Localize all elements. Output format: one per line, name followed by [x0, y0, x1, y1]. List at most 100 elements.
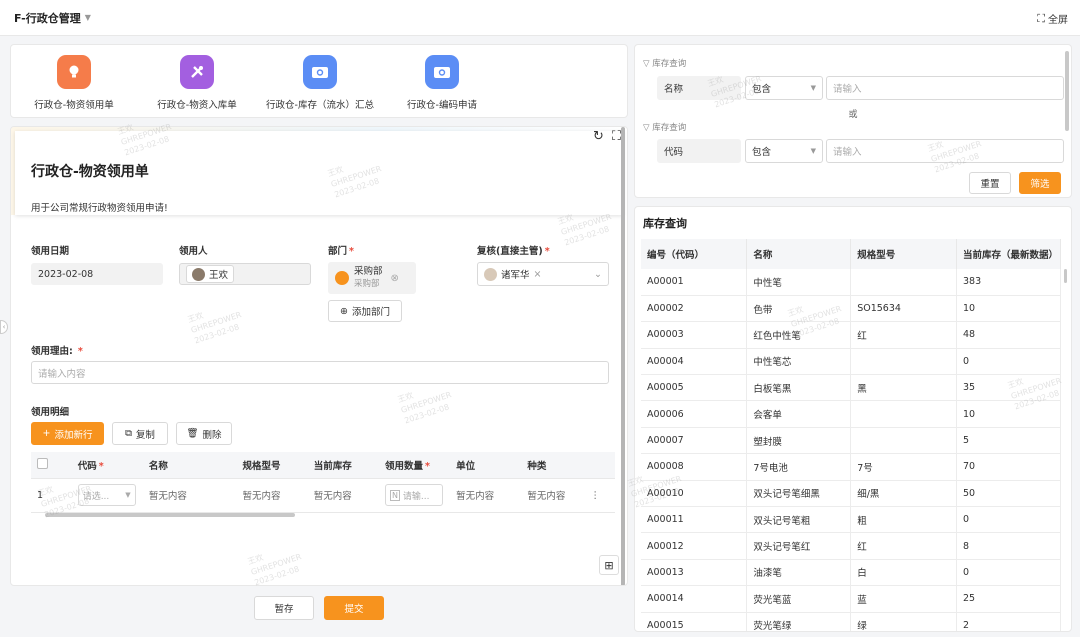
user-chip: 王欢: [186, 265, 235, 283]
table-row[interactable]: A00007 塑封膜 5: [641, 427, 1062, 455]
form-header: 行政仓-物资领用单 用于公司常规行政物资领用申请! ↻ ⛶: [11, 127, 627, 215]
table-row[interactable]: A00014 荧光笔蓝蓝 25: [641, 585, 1062, 613]
add-row-button[interactable]: + 添加新行: [31, 422, 104, 445]
filter2-input[interactable]: 请输入: [826, 139, 1064, 163]
cell-spec: 粗: [850, 506, 957, 534]
expand-icon[interactable]: ⛶: [612, 129, 621, 144]
grid-icon[interactable]: ⊞: [599, 555, 619, 575]
table-row[interactable]: A00011 双头记号笔粗粗 0: [641, 506, 1062, 534]
add-dept-button[interactable]: ⊕ 添加部门: [328, 300, 402, 322]
dept-name: 采购部: [354, 266, 383, 277]
app-label: 行政仓-库存（流水）汇总: [266, 100, 374, 111]
filter1-operator[interactable]: 包含 ▼: [745, 76, 823, 100]
cell-code: A00004: [641, 348, 748, 376]
code-select[interactable]: 请选... ▼: [77, 484, 136, 506]
dept-tag[interactable]: 采购部 采购部 ⊗: [328, 262, 416, 294]
fullscreen-label: 全屏: [1048, 15, 1068, 26]
chevron-down-icon[interactable]: ⌄: [594, 269, 602, 280]
top-bar: F-行政仓管理 ▼ ⛶ 全屏: [0, 0, 1080, 36]
avatar: [192, 267, 205, 281]
cell-name: 中性笔: [746, 269, 852, 296]
dept-icon: [335, 271, 349, 285]
filter2-title: ▽ 库存查询: [643, 123, 687, 133]
table-row[interactable]: A00006 会客单 10: [641, 400, 1062, 428]
close-icon[interactable]: ×: [534, 269, 542, 280]
filter2-operator[interactable]: 包含 ▼: [745, 139, 823, 163]
table-row[interactable]: A00013 油漆笔白 0: [641, 559, 1062, 587]
cell-stock: 25: [956, 585, 1062, 613]
cell-stock: 0: [956, 559, 1062, 587]
table-row[interactable]: A00012 双头记号笔红红 8: [641, 532, 1062, 560]
app-label: 行政仓-物资入库单: [157, 100, 237, 111]
cell-code: A00015: [641, 612, 748, 631]
table-row[interactable]: A00005 白板笔黑黑 35: [641, 374, 1062, 402]
more-icon[interactable]: ⋮: [590, 490, 600, 501]
filter1-title: ▽ 库存查询: [643, 59, 687, 69]
plus-circle-icon: ⊕: [340, 305, 348, 317]
cell-spec: 7号: [850, 453, 957, 481]
col-spec: 规格型号: [236, 452, 308, 479]
col-stock: 当前库存: [307, 452, 379, 479]
table-row[interactable]: A00003 红色中性笔红 48: [641, 321, 1062, 349]
cell-name: 双头记号笔细黑: [746, 480, 852, 508]
submit-button[interactable]: 提交: [324, 596, 384, 620]
trash-icon: 🗑: [186, 428, 199, 439]
cell-name: 荧光笔绿: [746, 612, 852, 631]
qty-input[interactable]: N 请输...: [384, 484, 443, 506]
detail-title: 领用明细: [31, 407, 70, 418]
reset-button[interactable]: 重置: [969, 172, 1011, 194]
collapse-handle-icon[interactable]: ‹: [0, 320, 8, 334]
app-title[interactable]: F-行政仓管理: [14, 10, 81, 26]
unit-cell: 暂无内容: [450, 478, 522, 513]
inventory-scrollbar[interactable]: [1064, 269, 1067, 283]
search-scrollbar[interactable]: [1065, 51, 1069, 131]
number-icon: N: [389, 489, 400, 501]
form-description: 用于公司常规行政物资领用申请!: [31, 203, 168, 214]
copy-button[interactable]: ⧉ 复制: [112, 422, 168, 445]
select-all-cell[interactable]: [31, 452, 72, 479]
table-row[interactable]: A00004 中性笔芯 0: [641, 348, 1062, 376]
chevron-down-icon[interactable]: ▼: [85, 13, 91, 22]
add-row-label: 添加新行: [54, 429, 93, 441]
qty-cell: N 请输...: [378, 478, 451, 513]
cell-spec: 蓝: [850, 585, 957, 613]
app-inventory-summary[interactable]: 行政仓-库存（流水）汇总: [260, 55, 380, 111]
app-material-request[interactable]: 行政仓-物资领用单: [14, 55, 134, 111]
cell-stock: 2: [956, 612, 1062, 631]
date-field[interactable]: 2023-02-08: [31, 263, 163, 285]
table-row[interactable]: A00010 双头记号笔细黑 细/黑 50: [641, 480, 1062, 508]
cell-name: 中性笔芯: [746, 348, 852, 376]
table-row[interactable]: A00002 色带 SO15634 10: [641, 295, 1062, 323]
refresh-icon[interactable]: ↻: [593, 129, 604, 144]
bulb-icon: [57, 55, 91, 89]
vertical-scrollbar[interactable]: [621, 127, 625, 585]
cell-spec: 红: [850, 321, 957, 349]
delete-button[interactable]: 🗑 删除: [176, 422, 232, 445]
filter1-input[interactable]: 请输入: [826, 76, 1064, 100]
user-field[interactable]: 王欢: [179, 263, 311, 285]
table-row[interactable]: A00001 中性笔 383: [641, 269, 1062, 296]
checkbox[interactable]: [37, 457, 48, 469]
remove-dept-icon[interactable]: ⊗: [391, 273, 399, 284]
detail-header-row: 代码 * 名称 规格型号 当前库存 领用数量 * 单位 种类: [31, 452, 615, 479]
filter2-field: 代码: [657, 139, 741, 163]
filter-button[interactable]: 筛选: [1019, 172, 1061, 194]
add-dept-label: 添加部门: [351, 307, 390, 318]
table-row[interactable]: A00008 7号电池 7号 70: [641, 453, 1062, 481]
save-draft-button[interactable]: 暂存: [254, 596, 314, 620]
app-code-request[interactable]: 行政仓-编码申请: [382, 55, 502, 111]
code-placeholder: 请选...: [82, 491, 110, 502]
filter-icon: ▽: [643, 123, 650, 133]
reason-input[interactable]: 请输入内容: [31, 361, 609, 384]
review-field[interactable]: 诸军华 × ⌄: [477, 262, 609, 286]
user-label: 领用人: [179, 246, 208, 257]
cell-stock: 5: [956, 427, 1062, 455]
table-row[interactable]: A00015 荧光笔绿绿 2: [641, 612, 1062, 631]
horizontal-scrollbar[interactable]: [45, 513, 295, 517]
fullscreen-button[interactable]: ⛶ 全屏: [1037, 11, 1068, 27]
app-material-inbound[interactable]: 行政仓-物资入库单: [137, 55, 257, 111]
inventory-search-panel: ▽ 库存查询 名称 包含 ▼ 请输入 或 ▽ 库存查询 代码 包含 ▼ 请输入 重置…: [634, 44, 1072, 198]
cell-spec: 绿: [850, 612, 957, 631]
app-label: 行政仓-物资领用单: [34, 100, 114, 111]
col-name: 名称: [142, 452, 237, 479]
